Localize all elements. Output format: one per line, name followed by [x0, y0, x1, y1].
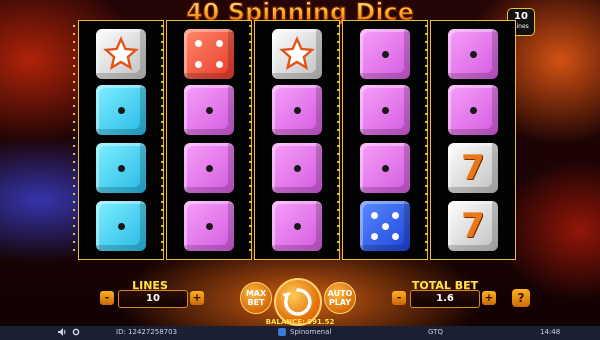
die-pip [216, 61, 223, 68]
auto-play-button[interactable]: AUTO PLAY [324, 282, 356, 314]
sound-icon[interactable] [58, 328, 67, 338]
seven-die-icon: 7 [448, 143, 498, 193]
magenta-die-icon [272, 143, 322, 193]
session-id: ID: 12427258703 [116, 328, 178, 336]
magenta-die-icon [360, 29, 410, 79]
reel-symbol [360, 201, 410, 251]
reel-symbol [184, 29, 234, 79]
die-pip [293, 164, 301, 172]
reel-symbol [272, 143, 322, 193]
brand-name: Spinomenal [290, 328, 332, 336]
reel-divider [337, 25, 339, 255]
star-die-icon [272, 29, 322, 79]
red-die-icon [184, 29, 234, 79]
reel-symbol [96, 201, 146, 251]
magenta-die-icon [360, 143, 410, 193]
magenta-die-icon [448, 85, 498, 135]
total-bet-plus-button[interactable]: + [482, 291, 496, 305]
max-bet-button[interactable]: MAX BET [240, 282, 272, 314]
reel-divider [249, 25, 251, 255]
reel-symbol [448, 85, 498, 135]
die-pip [381, 222, 389, 230]
total-bet-minus-button[interactable]: - [392, 291, 406, 305]
seven-die-icon: 7 [448, 201, 498, 251]
status-bar: ID: 12427258703 Spinomenal GTQ 14:48 [0, 326, 600, 340]
reel-symbol: 7 [448, 201, 498, 251]
die-pip [293, 106, 301, 114]
die-pip [381, 50, 389, 58]
reel-divider [73, 25, 75, 255]
seven-icon: 7 [461, 148, 485, 188]
magenta-die-icon [360, 85, 410, 135]
reel-symbol [448, 29, 498, 79]
reel-symbol [360, 143, 410, 193]
magenta-die-icon [184, 85, 234, 135]
die-pip [117, 164, 125, 172]
star-icon [272, 29, 322, 79]
reel-symbol [96, 85, 146, 135]
reel-2 [161, 20, 252, 260]
die-pip [205, 222, 213, 230]
die-pip [205, 106, 213, 114]
blue-die-icon [360, 201, 410, 251]
clock: 14:48 [540, 328, 561, 336]
die-pip [469, 50, 477, 58]
die-pip [469, 106, 477, 114]
die-pip [205, 164, 213, 172]
reel-symbol [272, 85, 322, 135]
magenta-die-icon [272, 201, 322, 251]
reel-symbol [96, 143, 146, 193]
magenta-die-icon [448, 29, 498, 79]
seven-icon: 7 [461, 206, 485, 246]
reel-symbol [360, 29, 410, 79]
die-pip [381, 164, 389, 172]
reel-symbol [360, 85, 410, 135]
die-pip [216, 40, 223, 47]
die-pip [381, 106, 389, 114]
cyan-die-icon [96, 201, 146, 251]
balance-display: BALANCE: 991.52 [265, 318, 335, 326]
die-pip [195, 40, 202, 47]
die-pip [117, 106, 125, 114]
currency: GTQ [428, 328, 443, 336]
lines-value: 10 [118, 290, 188, 308]
star-die-icon [96, 29, 146, 79]
magenta-die-icon [184, 143, 234, 193]
cyan-die-icon [96, 85, 146, 135]
lines-minus-button[interactable]: - [100, 291, 114, 305]
max-bet-label: MAX BET [245, 289, 267, 307]
total-bet-value: 1.6 [410, 290, 480, 308]
die-pip [371, 212, 378, 219]
die-pip [293, 222, 301, 230]
reel-symbol [184, 201, 234, 251]
help-button[interactable]: ? [512, 289, 530, 307]
reel-symbol: 7 [448, 143, 498, 193]
reel-symbol [272, 29, 322, 79]
brand-logo [278, 328, 286, 338]
reel-5: 77 [425, 20, 516, 260]
reel-symbol [96, 29, 146, 79]
reel-1 [73, 20, 164, 260]
magenta-die-icon [272, 85, 322, 135]
die-pip [392, 212, 399, 219]
reel-symbol [184, 143, 234, 193]
star-icon [96, 29, 146, 79]
die-pip [117, 222, 125, 230]
auto-play-label: AUTO PLAY [327, 289, 353, 307]
lines-plus-button[interactable]: + [190, 291, 204, 305]
magenta-die-icon [184, 201, 234, 251]
die-pip [195, 61, 202, 68]
cyan-die-icon [96, 143, 146, 193]
reel-symbol [272, 201, 322, 251]
reel-4 [337, 20, 428, 260]
die-pip [371, 233, 378, 240]
reel-symbol [184, 85, 234, 135]
reel-divider [425, 25, 427, 255]
die-pip [392, 233, 399, 240]
settings-icon[interactable] [72, 328, 80, 338]
reel-divider [161, 25, 163, 255]
reel-3 [249, 20, 340, 260]
